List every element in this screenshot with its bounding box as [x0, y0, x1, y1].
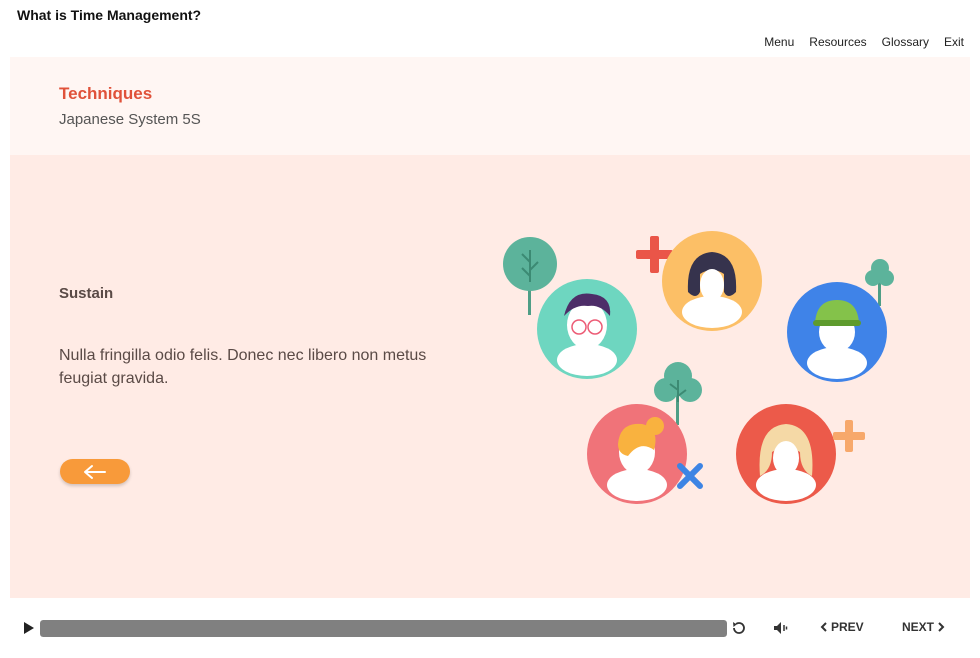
- topic-body: Nulla fringilla odio felis. Donec nec li…: [59, 347, 427, 387]
- exit-link[interactable]: Exit: [944, 35, 964, 49]
- section-title: Techniques: [59, 84, 153, 103]
- resources-link[interactable]: Resources: [809, 35, 866, 49]
- next-button[interactable]: NEXT: [902, 620, 945, 634]
- team-illustration: [503, 231, 894, 504]
- slide-header: Techniques Japanese System 5S: [10, 57, 970, 155]
- menu-link[interactable]: Menu: [764, 35, 794, 49]
- play-icon[interactable]: [22, 620, 36, 636]
- person-glasses-icon: [537, 279, 637, 379]
- topic-heading: Sustain: [59, 285, 114, 302]
- arrow-left-icon: [84, 464, 106, 479]
- person-green-hat-icon: [787, 282, 887, 382]
- prev-button[interactable]: PREV: [820, 620, 864, 634]
- course-title: What is Time Management?: [17, 7, 202, 23]
- chevron-left-icon: [820, 622, 827, 632]
- slide-content: Sustain Nulla fringilla odio felis. Done…: [10, 155, 970, 598]
- next-label: NEXT: [902, 620, 935, 634]
- back-button[interactable]: [60, 459, 130, 484]
- prev-label: PREV: [831, 620, 864, 634]
- top-navigation: Menu Resources Glossary Exit: [764, 35, 964, 49]
- plus-icon: [833, 420, 865, 452]
- chevron-right-icon: [938, 622, 945, 632]
- person-long-hair-icon: [662, 231, 762, 331]
- section-subtitle: Japanese System 5S: [59, 111, 201, 128]
- replay-icon[interactable]: [731, 620, 747, 636]
- cross-icon: [677, 463, 703, 489]
- person-blonde-icon: [736, 404, 836, 504]
- volume-icon[interactable]: [772, 620, 790, 636]
- progress-fill: [40, 620, 727, 637]
- player-controls: PREV NEXT: [0, 610, 980, 646]
- person-bun-icon: [587, 404, 687, 504]
- glossary-link[interactable]: Glossary: [882, 35, 929, 49]
- progress-bar[interactable]: [40, 620, 727, 637]
- course-page: What is Time Management? Menu Resources …: [0, 0, 980, 658]
